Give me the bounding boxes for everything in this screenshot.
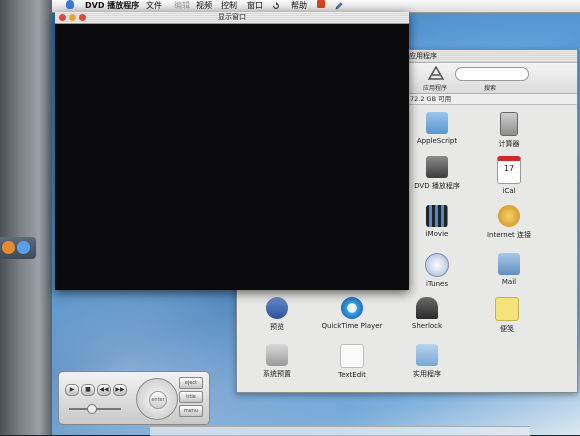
app-sherlock[interactable]: Sherlock (387, 297, 467, 330)
eject-button[interactable]: eject (179, 377, 203, 389)
menu-file[interactable]: 文件 (146, 0, 162, 12)
menu-video[interactable]: 视频 (196, 0, 212, 12)
close-button[interactable] (59, 14, 66, 21)
app-stickies[interactable]: 便笺 (467, 297, 547, 334)
menu-help[interactable]: 帮助 (291, 0, 307, 12)
toolbar-search-label: 搜索 (484, 85, 497, 92)
app-calculator[interactable]: 计算器 (469, 112, 549, 149)
menu-control[interactable]: 控制 (221, 0, 237, 12)
pencil-icon[interactable] (335, 2, 343, 10)
textedit-icon (340, 344, 364, 368)
free-space-text: 72.2 GB 可用 (410, 95, 452, 103)
display-title: 显示窗口 (218, 13, 246, 21)
dock-app-icon[interactable] (2, 241, 15, 254)
sherlock-icon (416, 297, 438, 319)
menu-button[interactable]: menu (179, 405, 203, 417)
apple-menu-icon[interactable] (66, 0, 74, 9)
app-imovie[interactable]: iMovie (397, 205, 477, 238)
menu-edit[interactable]: 编辑 (174, 0, 190, 12)
title-button[interactable]: title (179, 391, 203, 403)
app-internet-connect[interactable]: Internet 连接 (469, 205, 549, 240)
quicktime-icon (341, 297, 363, 319)
zoom-button[interactable] (79, 14, 86, 21)
toolbar-applications-label[interactable]: 应用程序 (423, 83, 447, 92)
preview-icon (266, 297, 288, 319)
app-itunes[interactable]: iTunes (397, 253, 477, 288)
play-button[interactable]: ▶ (65, 384, 79, 396)
ical-icon: 17 (497, 156, 521, 184)
next-chapter-button[interactable]: ▶▶ (113, 384, 127, 396)
dock-app-icon[interactable] (17, 241, 30, 254)
menu-window[interactable]: 窗口 (247, 0, 263, 12)
utilities-folder-icon (416, 344, 438, 366)
dvd-player-icon (426, 156, 448, 178)
mail-icon (498, 253, 520, 275)
stickies-icon (495, 297, 519, 321)
previous-chapter-button[interactable]: ◀◀ (97, 384, 111, 396)
app-system-preferences[interactable]: 系统预置 (237, 344, 317, 379)
menu-app-name[interactable]: DVD 播放程序 (85, 0, 139, 12)
partial-dock-left (0, 237, 36, 259)
system-preferences-icon (266, 344, 288, 366)
calculator-icon (500, 112, 518, 136)
stop-button[interactable]: ■ (81, 384, 95, 396)
script-menu-icon[interactable] (317, 0, 325, 8)
sync-icon[interactable] (272, 2, 280, 10)
itunes-icon (425, 253, 449, 277)
app-textedit[interactable]: TextEdit (312, 344, 392, 379)
app-mail[interactable]: Mail (469, 253, 549, 286)
folder-icon (426, 112, 448, 134)
finder-title: 应用程序 (409, 52, 437, 60)
dvd-display-window[interactable]: 显示窗口 (55, 12, 409, 290)
app-ical[interactable]: 17 iCal (469, 156, 549, 195)
enter-button[interactable]: enter (149, 391, 167, 409)
imovie-icon (426, 205, 448, 227)
dvd-controller[interactable]: ▶ ■ ◀◀ ▶▶ enter eject title menu (58, 371, 210, 425)
app-utilities[interactable]: 实用程序 (387, 344, 467, 379)
app-quicktime[interactable]: QuickTime Player (312, 297, 392, 330)
search-field[interactable] (455, 67, 529, 81)
volume-slider-knob[interactable] (87, 404, 97, 414)
internet-connect-icon (498, 205, 520, 227)
volume-slider[interactable] (69, 404, 121, 414)
minimize-button[interactable] (69, 14, 76, 21)
app-dvd-player[interactable]: DVD 播放程序 (397, 156, 477, 191)
navigation-wheel[interactable]: enter (136, 378, 178, 420)
app-applescript[interactable]: AppleScript (397, 112, 477, 145)
applications-toolbar-icon[interactable] (427, 66, 445, 80)
monitor-bezel-left (0, 0, 52, 435)
app-preview[interactable]: 预览 (237, 297, 317, 332)
display-title-bar[interactable]: 显示窗口 (55, 12, 409, 24)
